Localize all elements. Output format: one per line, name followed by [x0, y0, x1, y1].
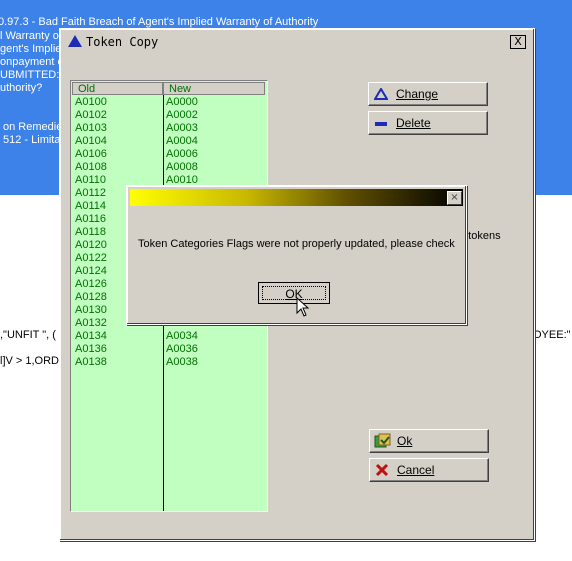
- cell-new[interactable]: A0008: [166, 161, 198, 174]
- cell-old[interactable]: A0128: [75, 291, 107, 304]
- cell-old[interactable]: A0130: [75, 304, 107, 317]
- cell-old[interactable]: A0126: [75, 278, 107, 291]
- cell-old[interactable]: A0118: [75, 226, 106, 239]
- background-text-line: uthority?: [0, 82, 43, 94]
- cell-new[interactable]: A0038: [166, 356, 198, 369]
- cell-new[interactable]: A0002: [166, 109, 198, 122]
- cell-old[interactable]: A0100: [75, 96, 107, 109]
- cell-old[interactable]: A0132: [75, 317, 107, 330]
- background-code-text: OYEE:": [533, 329, 571, 341]
- background-code-text: l]V > 1,ORD: [0, 355, 59, 367]
- cell-new[interactable]: A0036: [166, 343, 198, 356]
- background-text-line: gent's Implie: [0, 43, 62, 55]
- background-text-line: onpayment c: [0, 56, 63, 68]
- cell-old[interactable]: A0103: [75, 122, 107, 135]
- cell-old[interactable]: A0108: [75, 161, 107, 174]
- cell-new[interactable]: A0003: [166, 122, 198, 135]
- cell-old[interactable]: A0120: [75, 239, 107, 252]
- cell-old[interactable]: A0116: [75, 213, 106, 226]
- column-header-new[interactable]: New: [163, 82, 265, 95]
- background-text-line: l Warranty o: [0, 30, 59, 42]
- cell-old[interactable]: A0104: [75, 135, 107, 148]
- x-icon: [375, 463, 389, 477]
- triangle-icon: [68, 35, 82, 47]
- cancel-button[interactable]: Cancel: [369, 458, 489, 482]
- cell-old[interactable]: A0134: [75, 330, 107, 343]
- cell-new[interactable]: A0004: [166, 135, 198, 148]
- window-title: Token Copy: [68, 35, 158, 49]
- cell-old[interactable]: A0110: [75, 174, 106, 187]
- cell-old[interactable]: A0106: [75, 148, 107, 161]
- cell-old[interactable]: A0138: [75, 356, 107, 369]
- background-text-line: on Remedie: [3, 121, 63, 133]
- triangle-icon: [374, 88, 388, 100]
- cell-old[interactable]: A0112: [75, 187, 106, 200]
- dash-icon: [375, 122, 387, 126]
- change-button[interactable]: Change: [368, 82, 488, 106]
- cell-new[interactable]: A0006: [166, 148, 198, 161]
- cell-old[interactable]: A0122: [75, 252, 107, 265]
- window-close-button[interactable]: X: [510, 35, 526, 49]
- cell-old[interactable]: A0136: [75, 343, 107, 356]
- mouse-cursor-icon: [296, 297, 310, 317]
- cell-new[interactable]: A0000: [166, 96, 198, 109]
- delete-button[interactable]: Delete: [368, 111, 488, 135]
- ok-button[interactable]: Ok: [369, 429, 489, 453]
- dialog-titlebar: ×: [130, 189, 463, 206]
- dialog-close-button[interactable]: ×: [447, 191, 462, 205]
- column-header-old[interactable]: Old: [72, 82, 163, 95]
- cell-old[interactable]: A0114: [75, 200, 106, 213]
- dialog-ok-button[interactable]: OK: [258, 282, 330, 304]
- cell-new[interactable]: A0034: [166, 330, 198, 343]
- background-text-line: UBMITTED:: [0, 69, 60, 81]
- background-text-line: 512 - Limita: [3, 134, 61, 146]
- cell-old[interactable]: A0124: [75, 265, 107, 278]
- ok-icon: [374, 433, 391, 448]
- background-code-text: ,"UNFIT ", (: [0, 329, 56, 341]
- dialog-message: Token Categories Flags were not properly…: [138, 238, 455, 250]
- cell-old[interactable]: A0102: [75, 109, 107, 122]
